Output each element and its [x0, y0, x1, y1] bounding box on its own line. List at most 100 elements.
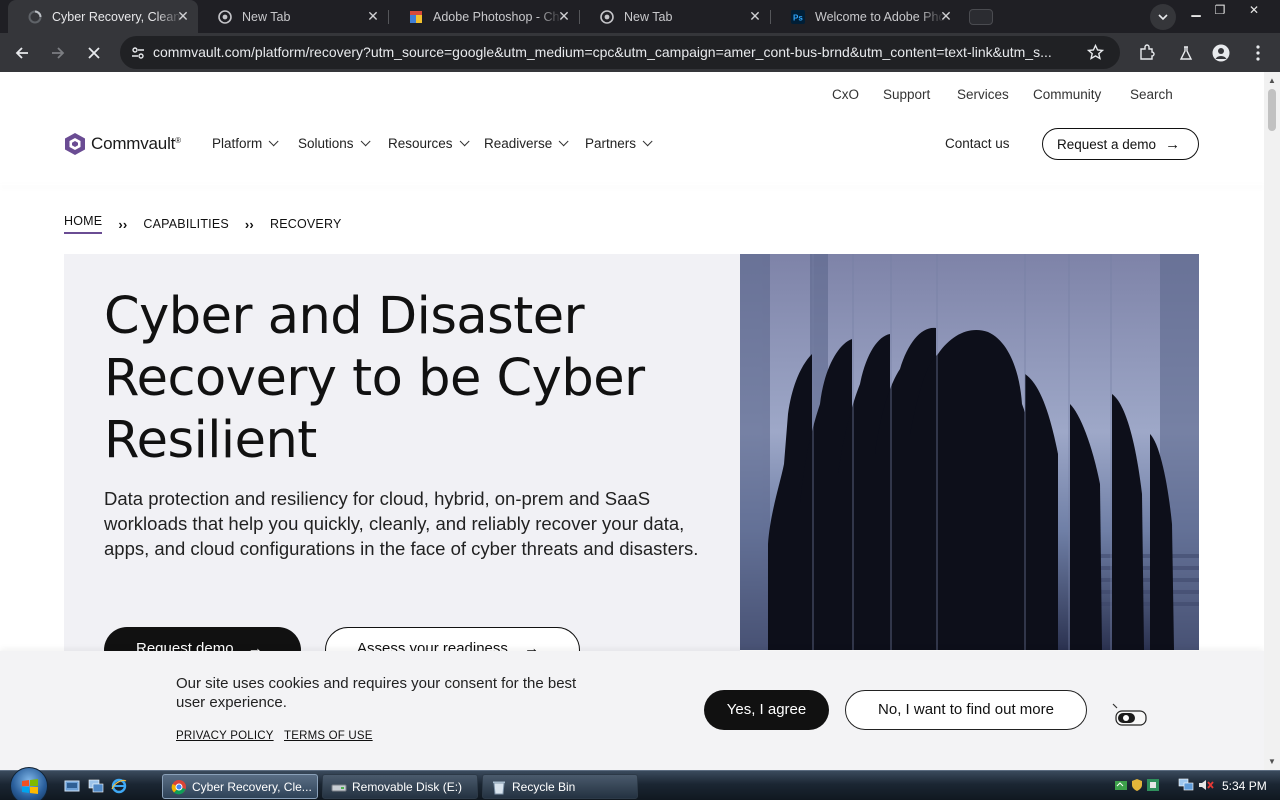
- tab-photoshop[interactable]: Adobe Photoshop - Chrome ✕: [389, 0, 579, 33]
- commvault-logo-icon: [65, 133, 85, 155]
- commvault-logo[interactable]: Commvault ®: [64, 132, 181, 156]
- taskbar-clock[interactable]: 5:34 PM: [1222, 779, 1267, 793]
- nav-readiverse[interactable]: Readiverse: [484, 136, 569, 151]
- breadcrumb-separator-icon: ››: [118, 216, 128, 232]
- flask-icon: [1179, 46, 1193, 60]
- nav-solutions[interactable]: Solutions: [298, 136, 371, 151]
- svg-text:Ps: Ps: [793, 13, 803, 22]
- tab-strip: Cyber Recovery, Clean and Reliable ✕ New…: [0, 0, 1280, 33]
- hero-panel: Cyber and Disaster Recovery to be Cyber …: [64, 254, 740, 674]
- chrome-icon: [218, 9, 232, 24]
- tab-search-button[interactable]: [1150, 4, 1176, 30]
- puzzle-icon: [1140, 44, 1155, 60]
- tab-close-icon[interactable]: ✕: [176, 9, 190, 23]
- tab-title: Cyber Recovery, Clean and Reliable: [52, 9, 182, 24]
- forward-arrow-icon: [52, 47, 65, 59]
- forward-button[interactable]: [46, 41, 70, 65]
- show-desktop-icon[interactable]: [64, 778, 80, 794]
- close-icon: [88, 47, 100, 59]
- tab-close-icon[interactable]: ✕: [557, 9, 571, 23]
- cookie-agree-button[interactable]: Yes, I agree: [704, 690, 829, 730]
- request-a-demo-label: Request a demo: [1057, 136, 1157, 152]
- extensions-button[interactable]: [1135, 41, 1159, 65]
- nav-label: Resources: [388, 136, 453, 151]
- new-tab-button[interactable]: [969, 9, 993, 25]
- breadcrumb: HOME ›› CAPABILITIES ›› RECOVERY: [64, 214, 342, 234]
- tab-close-icon[interactable]: ✕: [748, 9, 762, 23]
- network-icon[interactable]: [1178, 778, 1194, 792]
- breadcrumb-recovery: RECOVERY: [269, 217, 342, 231]
- browser-toolbar: commvault.com/platform/recovery?utm_sour…: [0, 33, 1280, 72]
- close-window-button[interactable]: ✕: [1243, 2, 1265, 18]
- back-button[interactable]: [10, 41, 34, 65]
- nav-label: Partners: [585, 136, 637, 151]
- taskbar-item-removable-disk[interactable]: Removable Disk (E:): [322, 774, 478, 799]
- taskbar-item-label: Cyber Recovery, Cle...: [192, 779, 312, 794]
- tab-title: New Tab: [624, 9, 673, 24]
- registered-mark: ®: [175, 135, 182, 145]
- contact-us-link[interactable]: Contact us: [945, 136, 1010, 151]
- bookmark-star-icon[interactable]: [1087, 44, 1104, 61]
- tab-active[interactable]: Cyber Recovery, Clean and Reliable ✕: [8, 0, 198, 33]
- nav-partners[interactable]: Partners: [585, 136, 653, 151]
- utility-link-cxo[interactable]: CxO: [832, 87, 859, 102]
- web-page: CxO Support Services Community Search Co…: [0, 72, 1264, 770]
- utility-link-services[interactable]: Services: [957, 87, 1009, 102]
- tab-close-icon[interactable]: ✕: [366, 9, 380, 23]
- terms-of-use-link[interactable]: TERMS OF USE: [284, 730, 373, 742]
- scroll-down-icon[interactable]: ▼: [1268, 757, 1276, 766]
- profile-button[interactable]: [1209, 41, 1233, 65]
- utility-link-search[interactable]: Search: [1130, 87, 1173, 102]
- switch-windows-icon[interactable]: [88, 778, 104, 794]
- nav-platform[interactable]: Platform: [212, 136, 279, 151]
- taskbar-item-label: Removable Disk (E:): [352, 779, 463, 794]
- chrome-icon: [171, 779, 186, 794]
- utility-link-support[interactable]: Support: [883, 87, 930, 102]
- minimize-button[interactable]: ▁: [1185, 2, 1207, 18]
- cookie-find-out-more-button[interactable]: No, I want to find out more: [845, 690, 1087, 730]
- breadcrumb-capabilities[interactable]: CAPABILITIES: [143, 217, 229, 231]
- nav-label: Platform: [212, 136, 263, 151]
- privacy-policy-link[interactable]: PRIVACY POLICY: [176, 730, 274, 742]
- start-button[interactable]: [10, 767, 48, 800]
- taskbar-item-browser[interactable]: Cyber Recovery, Cle...: [162, 774, 318, 799]
- stop-loading-button[interactable]: [82, 41, 106, 65]
- logo-wordmark: Commvault: [91, 134, 176, 153]
- tab-close-icon[interactable]: ✕: [939, 9, 953, 23]
- page-scrollbar[interactable]: ▲ ▼: [1264, 72, 1280, 770]
- scrollbar-thumb[interactable]: [1268, 89, 1276, 131]
- arrow-right-icon: →: [1165, 135, 1181, 153]
- loading-icon: [28, 10, 42, 24]
- nav-label: Readiverse: [484, 136, 553, 151]
- site-info-icon[interactable]: [130, 45, 146, 61]
- cookie-message: Our site uses cookies and requires your …: [176, 675, 577, 711]
- tray-green-icon[interactable]: [1114, 778, 1128, 792]
- breadcrumb-home[interactable]: HOME: [64, 214, 103, 234]
- chrome-icon: [600, 9, 614, 24]
- scroll-up-icon[interactable]: ▲: [1268, 76, 1276, 85]
- address-bar[interactable]: commvault.com/platform/recovery?utm_sour…: [120, 36, 1120, 69]
- restore-button[interactable]: ❐: [1209, 2, 1231, 18]
- hero-image-silhouettes: [740, 254, 1199, 650]
- taskbar-item-recycle-bin[interactable]: Recycle Bin: [482, 774, 638, 799]
- breadcrumb-separator-icon: ››: [244, 216, 254, 232]
- ps-icon: Ps: [791, 9, 805, 24]
- chevron-down-icon: [360, 136, 371, 147]
- security-shield-icon[interactable]: [1130, 778, 1144, 792]
- tray-app-icon[interactable]: [1146, 778, 1160, 792]
- more-vertical-icon: [1256, 45, 1260, 61]
- tab-new-tab-2[interactable]: New Tab ✕: [580, 0, 770, 33]
- tab-title: Welcome to Adobe Photoshop: [815, 9, 945, 24]
- browser-menu-button[interactable]: [1246, 41, 1270, 65]
- back-arrow-icon: [15, 47, 28, 59]
- internet-explorer-icon[interactable]: [111, 778, 127, 794]
- photoshop-page-icon: [409, 10, 423, 24]
- labs-button[interactable]: [1174, 41, 1198, 65]
- tab-new-tab-1[interactable]: New Tab ✕: [198, 0, 388, 33]
- nav-resources[interactable]: Resources: [388, 136, 470, 151]
- request-a-demo-button[interactable]: Request a demo →: [1042, 128, 1199, 160]
- volume-muted-icon[interactable]: [1198, 778, 1214, 792]
- utility-link-community[interactable]: Community: [1033, 87, 1101, 102]
- cookie-preferences-icon[interactable]: [1112, 703, 1148, 729]
- tab-welcome-photoshop[interactable]: Ps Welcome to Adobe Photoshop ✕: [771, 0, 961, 33]
